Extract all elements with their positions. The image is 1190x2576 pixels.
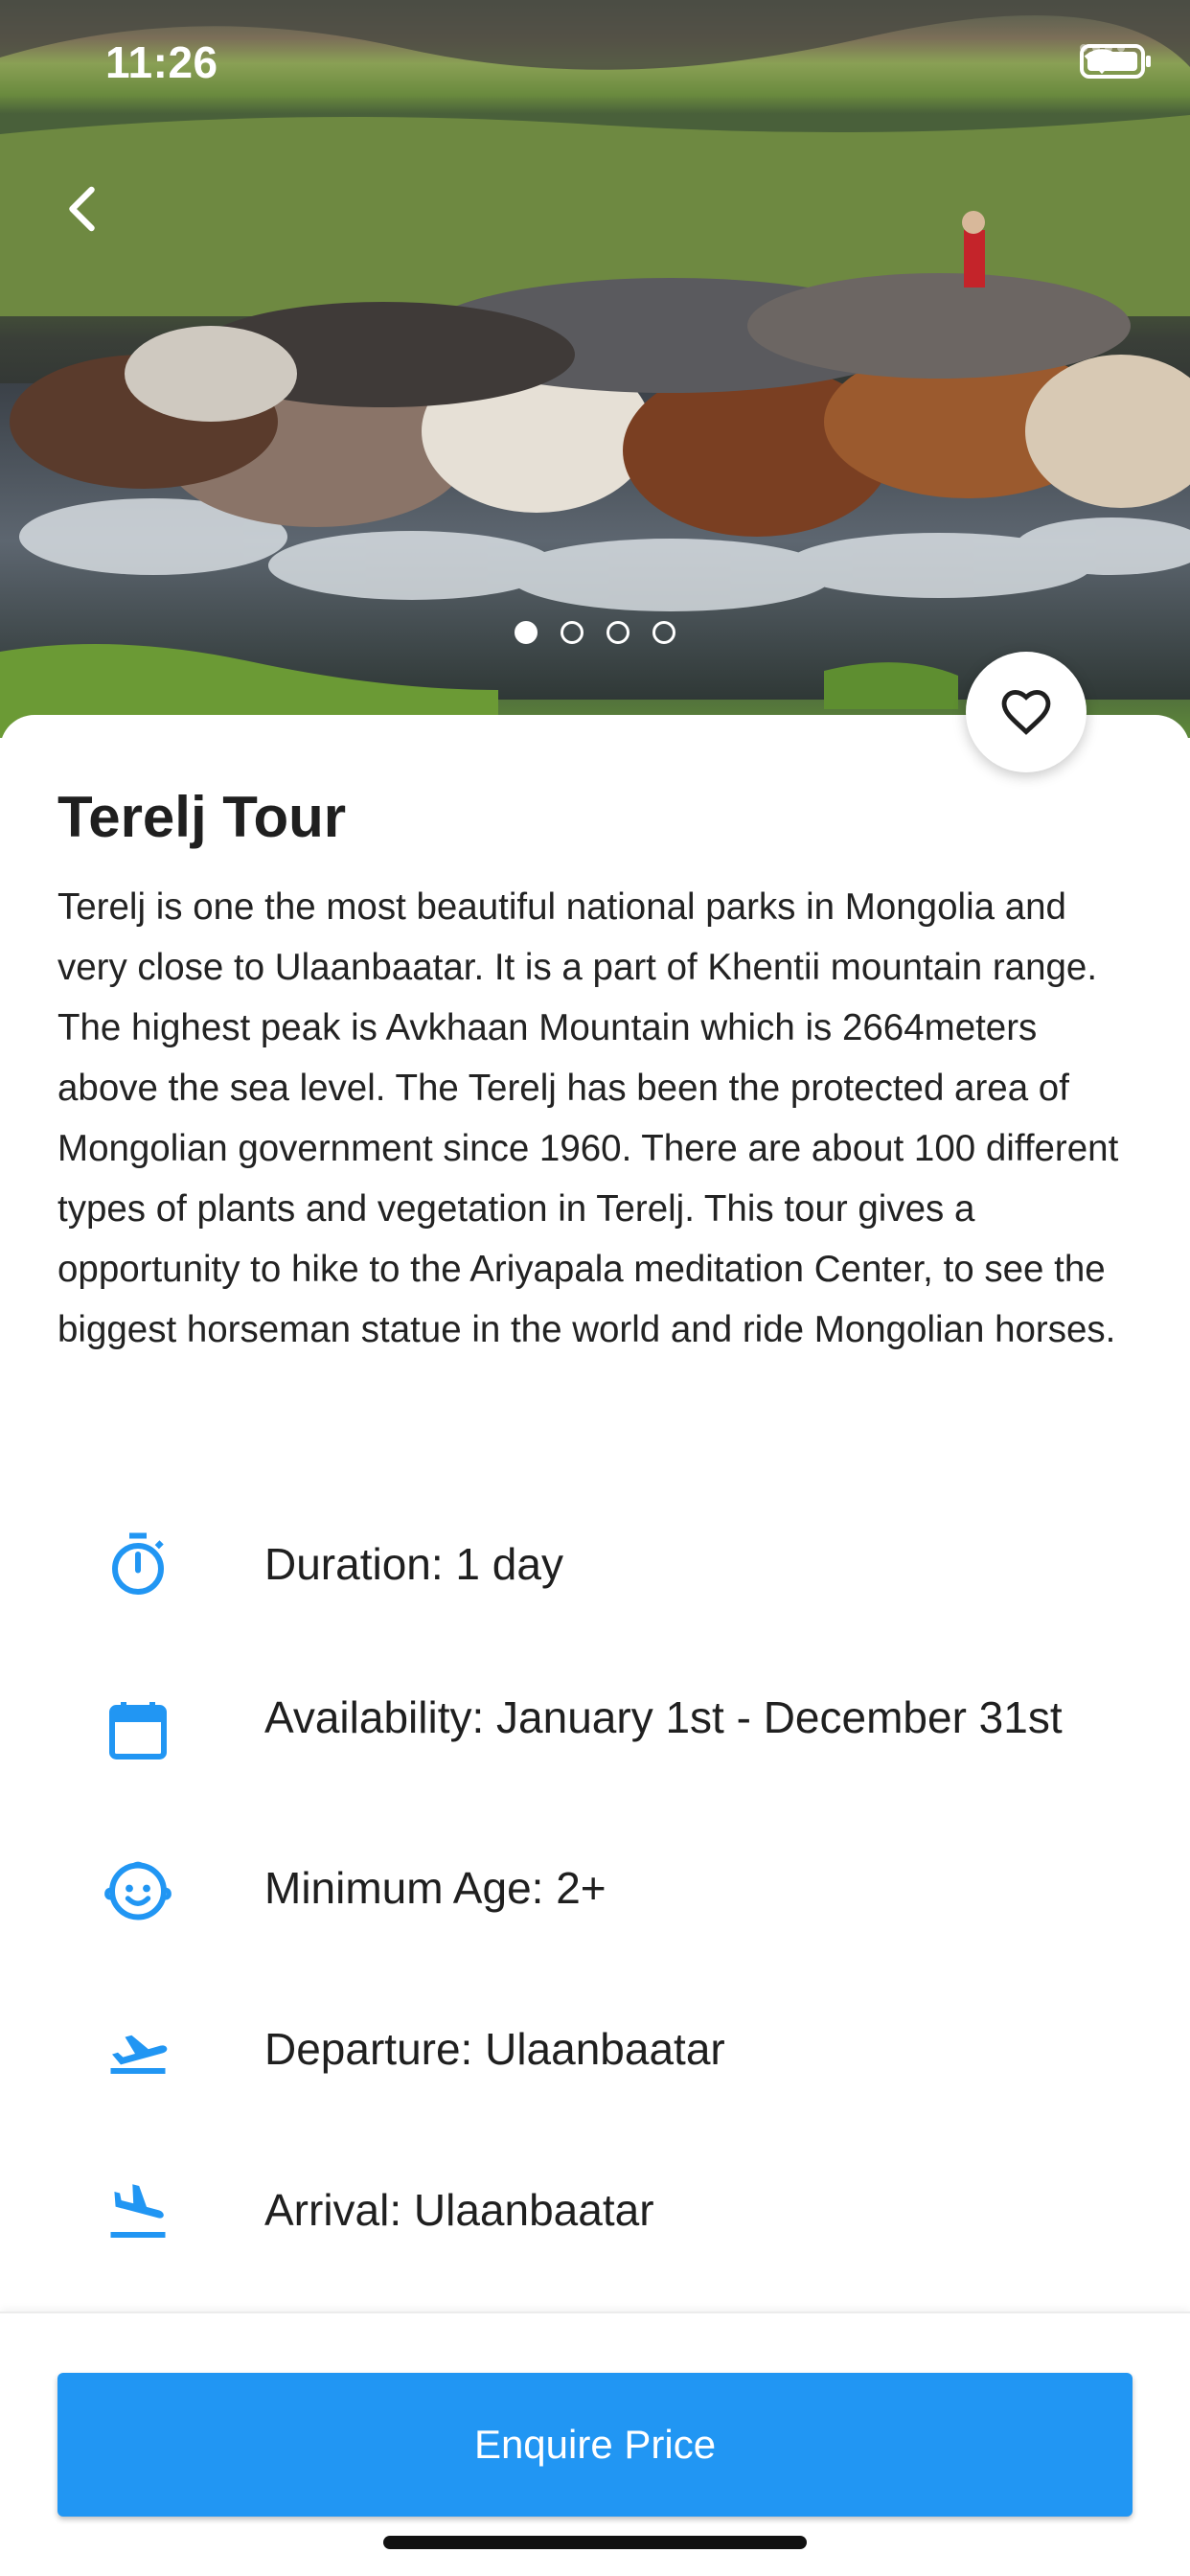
status-icons (1080, 44, 1151, 79)
carousel-page-indicator[interactable] (0, 621, 1190, 644)
favorite-button[interactable] (966, 652, 1087, 772)
arrival-text: Arrival: Ulaanbaatar (264, 2185, 654, 2235)
status-time: 11:26 (105, 37, 218, 87)
home-indicator[interactable] (383, 2536, 807, 2549)
child-face-icon (104, 1861, 172, 1920)
carousel-dot[interactable] (515, 621, 538, 644)
carousel-dot[interactable] (606, 621, 629, 644)
tour-title: Terelj Tour (57, 785, 347, 849)
flight-land-icon (110, 2184, 166, 2238)
enquire-price-button[interactable]: Enquire Price (57, 2373, 1133, 2517)
calendar-icon (109, 1702, 167, 1760)
duration-text: Duration: 1 day (264, 1539, 563, 1589)
chevron-left-icon (69, 186, 95, 232)
carousel-dot[interactable] (652, 621, 675, 644)
back-button[interactable] (56, 180, 113, 238)
heart-outline-icon (1001, 690, 1051, 735)
timer-icon (112, 1532, 164, 1595)
tour-description: Terelj is one the most beautiful nationa… (57, 886, 1119, 1350)
minimum-age-text: Minimum Age: 2+ (264, 1863, 606, 1913)
availability-text: Availability: January 1st - December 31s… (264, 1692, 1063, 1742)
carousel-dot[interactable] (561, 621, 584, 644)
battery-icon (1080, 44, 1151, 79)
flight-takeoff-icon (110, 2035, 168, 2074)
departure-text: Departure: Ulaanbaatar (264, 2024, 725, 2074)
hero-image[interactable]: 11:26 (0, 0, 1190, 738)
